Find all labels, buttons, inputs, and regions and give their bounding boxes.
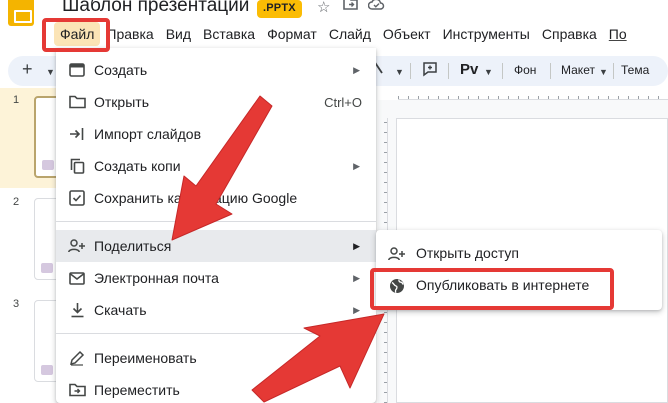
slide-thumbnail-row[interactable]: 3 bbox=[0, 292, 74, 392]
file-menu-new[interactable]: Создать ▶ bbox=[56, 54, 376, 86]
submenu-arrow-icon: ▶ bbox=[353, 272, 360, 283]
submenu-arrow-icon: ▶ bbox=[353, 240, 360, 251]
menu-item-label: Создать копи bbox=[94, 158, 181, 174]
submenu-arrow-icon: ▶ bbox=[353, 64, 360, 75]
menu-item-label: Переместить bbox=[94, 382, 180, 398]
layout-button[interactable]: Макет bbox=[561, 63, 595, 77]
slide-number: 1 bbox=[13, 94, 20, 106]
menu-slide[interactable]: Слайд bbox=[323, 22, 377, 46]
file-menu-open[interactable]: Открыть Ctrl+O bbox=[56, 86, 376, 118]
file-menu-share[interactable]: Поделиться ▶ bbox=[56, 230, 376, 262]
menu-view[interactable]: Вид bbox=[160, 22, 197, 46]
save-google-icon bbox=[68, 189, 86, 207]
slide-filmstrip: 1 2 3 bbox=[0, 88, 74, 403]
share-person-icon bbox=[68, 237, 86, 255]
slide-thumbnail-row[interactable]: 1 bbox=[0, 88, 74, 188]
file-type-badge: .PPTX bbox=[257, 0, 302, 18]
cloud-status-icon[interactable] bbox=[367, 0, 385, 14]
share-publish-to-web[interactable]: Опубликовать в интернете bbox=[376, 270, 662, 302]
file-menu-dropdown: Создать ▶ Открыть Ctrl+O Импорт слайдов … bbox=[56, 48, 376, 403]
new-presentation-icon bbox=[68, 61, 86, 79]
import-icon bbox=[68, 125, 86, 143]
star-icon[interactable]: ☆ bbox=[317, 0, 330, 16]
menu-item-label: Поделиться bbox=[94, 238, 172, 254]
share-open-access[interactable]: Открыть доступ bbox=[376, 238, 662, 270]
toolbar-divider bbox=[502, 63, 503, 79]
new-slide-caret-icon[interactable]: ▼ bbox=[46, 67, 55, 77]
rename-icon bbox=[68, 349, 86, 367]
menu-item-label: Сохранить ка тацию Google bbox=[94, 190, 298, 206]
document-title[interactable]: Шаблон презентации bbox=[62, 0, 249, 17]
toolbar-divider bbox=[613, 63, 614, 79]
file-menu-email[interactable]: Электронная почта ▶ bbox=[56, 262, 376, 294]
file-menu-import-slides[interactable]: Импорт слайдов bbox=[56, 118, 376, 150]
menu-help[interactable]: Справка bbox=[536, 22, 603, 46]
menu-item-label: Переименовать bbox=[94, 350, 197, 366]
file-menu-save-as-google[interactable]: Сохранить ка тацию Google bbox=[56, 182, 376, 214]
submenu-item-label: Открыть доступ bbox=[416, 245, 519, 261]
horizontal-ruler bbox=[398, 90, 668, 100]
menu-insert[interactable]: Вставка bbox=[197, 22, 261, 46]
menu-file[interactable]: Файл bbox=[54, 22, 101, 46]
layout-caret-icon[interactable]: ▼ bbox=[599, 67, 608, 77]
background-button[interactable]: Фон bbox=[514, 63, 536, 77]
submenu-arrow-icon: ▶ bbox=[353, 304, 360, 315]
mail-icon bbox=[68, 269, 86, 287]
menu-item-label: Открыть bbox=[94, 94, 149, 110]
paint-format-caret-icon[interactable]: ▼ bbox=[484, 67, 493, 77]
submenu-item-label: Опубликовать в интернете bbox=[416, 277, 590, 293]
move-to-folder-icon[interactable] bbox=[343, 0, 358, 14]
menu-object[interactable]: Объект bbox=[377, 22, 437, 46]
menu-bar: Файл Правка Вид Вставка Формат Слайд Объ… bbox=[54, 22, 633, 46]
toolbar-divider bbox=[550, 63, 551, 79]
menu-item-label: Создать bbox=[94, 62, 148, 78]
file-menu-move[interactable]: Переместить bbox=[56, 374, 376, 403]
toolbar-divider bbox=[410, 63, 411, 79]
file-menu-make-copy[interactable]: Создать копи ▶ bbox=[56, 150, 376, 182]
menu-divider bbox=[56, 333, 376, 334]
move-icon bbox=[68, 381, 86, 399]
download-icon bbox=[68, 301, 86, 319]
globe-icon bbox=[388, 277, 406, 295]
theme-button[interactable]: Тема bbox=[621, 63, 649, 77]
folder-icon bbox=[68, 93, 86, 111]
menu-format[interactable]: Формат bbox=[261, 22, 323, 46]
file-menu-download[interactable]: Скачать ▶ bbox=[56, 294, 376, 326]
slide-number: 3 bbox=[13, 298, 20, 310]
keyboard-shortcut: Ctrl+O bbox=[324, 94, 362, 110]
new-slide-button[interactable]: + bbox=[22, 59, 33, 80]
toolbar-divider bbox=[448, 63, 449, 79]
menu-item-label: Импорт слайдов bbox=[94, 126, 202, 142]
menu-tools[interactable]: Инструменты bbox=[437, 22, 536, 46]
slide-number: 2 bbox=[13, 196, 20, 208]
menu-divider bbox=[56, 221, 376, 222]
slides-logo[interactable] bbox=[8, 0, 34, 26]
line-caret-icon[interactable]: ▼ bbox=[395, 67, 404, 77]
copy-icon bbox=[68, 157, 86, 175]
menu-item-label: Электронная почта bbox=[94, 270, 219, 286]
paint-format-button[interactable]: Pv bbox=[460, 61, 478, 78]
menu-last-edit[interactable]: По bbox=[603, 22, 633, 46]
menu-edit[interactable]: Правка bbox=[100, 22, 159, 46]
add-person-icon bbox=[388, 245, 406, 263]
submenu-arrow-icon: ▶ bbox=[353, 160, 360, 171]
share-submenu: Открыть доступ Опубликовать в интернете bbox=[376, 230, 662, 310]
menu-item-label: Скачать bbox=[94, 302, 147, 318]
file-menu-rename[interactable]: Переименовать bbox=[56, 342, 376, 374]
slide-thumbnail-row[interactable]: 2 bbox=[0, 190, 74, 290]
comment-icon[interactable] bbox=[422, 61, 438, 81]
